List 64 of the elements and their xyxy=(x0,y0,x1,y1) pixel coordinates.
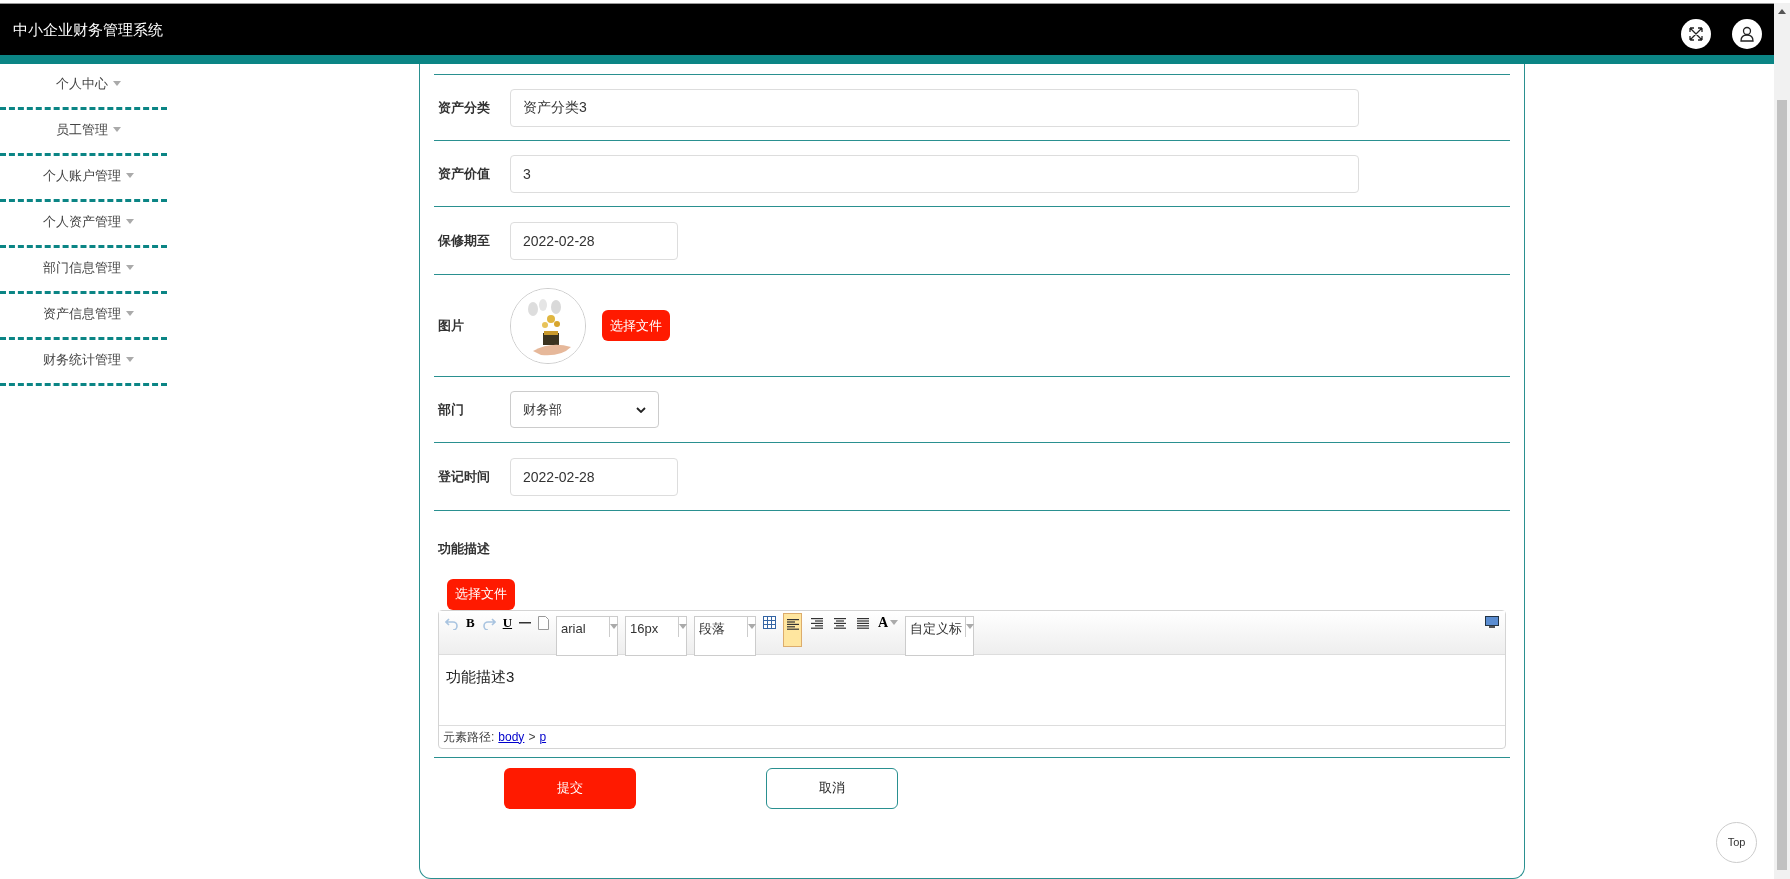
field-label: 保修期至 xyxy=(436,231,491,250)
document-icon[interactable] xyxy=(538,615,550,630)
dropdown-caret-icon xyxy=(609,624,618,629)
user-icon xyxy=(1739,25,1755,42)
back-to-top-button[interactable]: Top xyxy=(1716,822,1757,863)
caret-icon xyxy=(126,173,134,178)
date-field[interactable]: 2022-02-28 xyxy=(510,457,678,496)
heading-dropdown[interactable]: 自定义标 xyxy=(905,615,975,656)
dropdown-caret-icon xyxy=(678,624,687,629)
department-select[interactable]: 财务部 xyxy=(510,391,659,428)
sidebar-item[interactable]: 个人中心 xyxy=(46,73,121,98)
dropdown-caret-icon xyxy=(890,620,899,625)
dropdown-caret-icon xyxy=(747,624,756,629)
sidebar-item[interactable]: 员工管理 xyxy=(46,119,121,144)
field-label: 资产分类 xyxy=(437,98,491,117)
chevron-down-icon xyxy=(636,406,646,413)
size-dropdown[interactable]: 16px xyxy=(625,615,688,656)
caret-icon xyxy=(113,127,121,132)
sidebar-item[interactable]: 部门信息管理 xyxy=(33,257,134,282)
field-label: 部门 xyxy=(437,400,465,419)
underline-button[interactable]: U xyxy=(502,615,513,630)
fullscreen-button[interactable] xyxy=(1681,18,1711,49)
caret-icon xyxy=(126,311,134,316)
field-label: 功能描述 xyxy=(437,540,491,558)
caret-icon xyxy=(126,265,134,270)
scroll-up-icon[interactable] xyxy=(1778,9,1786,14)
cancel-button[interactable]: 取消 xyxy=(766,767,898,809)
caret-icon xyxy=(126,357,134,362)
expand-icon xyxy=(1688,25,1704,42)
path-separator: > xyxy=(528,728,536,746)
dropdown-caret-icon xyxy=(965,624,974,629)
paragraph-dropdown[interactable]: 段落 xyxy=(694,615,757,656)
sidebar-item[interactable]: 资产信息管理 xyxy=(33,303,134,328)
bold-button[interactable]: B xyxy=(466,615,475,630)
caret-icon xyxy=(126,219,134,224)
choose-file-button[interactable]: 选择文件 xyxy=(447,578,515,610)
sidebar-item[interactable]: 个人账户管理 xyxy=(33,165,134,190)
field-label: 图片 xyxy=(437,316,465,335)
element-path-label: 元素路径: xyxy=(443,728,495,746)
text-field[interactable]: 资产分类3 xyxy=(510,88,1359,127)
path-link[interactable]: p xyxy=(539,727,547,746)
scrollbar-thumb[interactable] xyxy=(1777,100,1787,870)
sidebar-item[interactable]: 个人资产管理 xyxy=(33,211,134,236)
align-button[interactable] xyxy=(783,612,803,647)
date-field[interactable]: 2022-02-28 xyxy=(510,221,678,260)
text-field[interactable]: 3 xyxy=(510,154,1359,193)
editor-content: 功能描述3 xyxy=(446,667,515,685)
caret-icon xyxy=(113,81,121,86)
align-icon xyxy=(856,617,871,630)
align-icon xyxy=(810,617,825,630)
font-dropdown[interactable]: arial xyxy=(556,615,619,656)
field-label: 资产价值 xyxy=(437,164,491,183)
font-color-button[interactable]: A xyxy=(878,615,899,630)
table-icon[interactable] xyxy=(763,615,777,629)
choose-file-button[interactable]: 选择文件 xyxy=(602,310,670,341)
field-label: 登记时间 xyxy=(437,467,491,486)
monitor-icon[interactable] xyxy=(1485,615,1499,629)
align-icon xyxy=(785,618,800,631)
align-icon xyxy=(833,617,848,630)
sidebar-item[interactable]: 财务统计管理 xyxy=(33,349,134,374)
submit-button[interactable]: 提交 xyxy=(504,767,636,809)
path-link[interactable]: body xyxy=(498,727,525,746)
user-button[interactable] xyxy=(1732,18,1762,49)
app-title: 中小企业财务管理系统 xyxy=(13,20,163,41)
